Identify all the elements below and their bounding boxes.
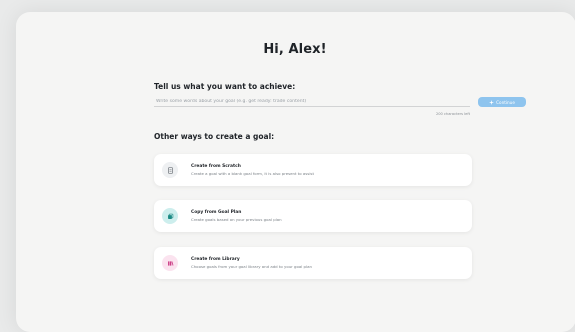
continue-button[interactable]: Continue xyxy=(478,97,526,107)
other-ways-label: Other ways to create a goal: xyxy=(154,132,275,141)
card-title: Create from Library xyxy=(191,257,240,262)
card-description: Create goals based on your previous goal… xyxy=(191,217,282,222)
card-icon-container xyxy=(162,208,178,224)
goal-input[interactable] xyxy=(154,97,470,107)
character-count: 200 characters left xyxy=(435,112,470,116)
card-description: Choose goals from your goal library and … xyxy=(191,264,312,269)
card-icon-container xyxy=(162,162,178,178)
goal-input-row: Continue xyxy=(154,97,526,108)
copy-icon xyxy=(167,213,173,219)
page-title: Hi, Alex! xyxy=(263,42,327,57)
create-from-library-card[interactable]: Create from Library Choose goals from yo… xyxy=(154,247,472,279)
card-title: Copy from Goal Plan xyxy=(191,210,242,215)
document-icon xyxy=(167,166,173,174)
sparkle-icon xyxy=(489,99,495,105)
card-description: Create a goal with a blank goal form, it… xyxy=(191,171,314,176)
goal-prompt-label: Tell us what you want to achieve: xyxy=(154,82,296,91)
card-icon-container xyxy=(162,255,178,271)
card-title: Create from Scratch xyxy=(191,164,241,169)
continue-button-label: Continue xyxy=(496,99,515,105)
copy-from-goal-plan-card[interactable]: Copy from Goal Plan Create goals based o… xyxy=(154,200,472,232)
create-from-scratch-card[interactable]: Create from Scratch Create a goal with a… xyxy=(154,154,472,186)
library-icon xyxy=(167,260,173,266)
